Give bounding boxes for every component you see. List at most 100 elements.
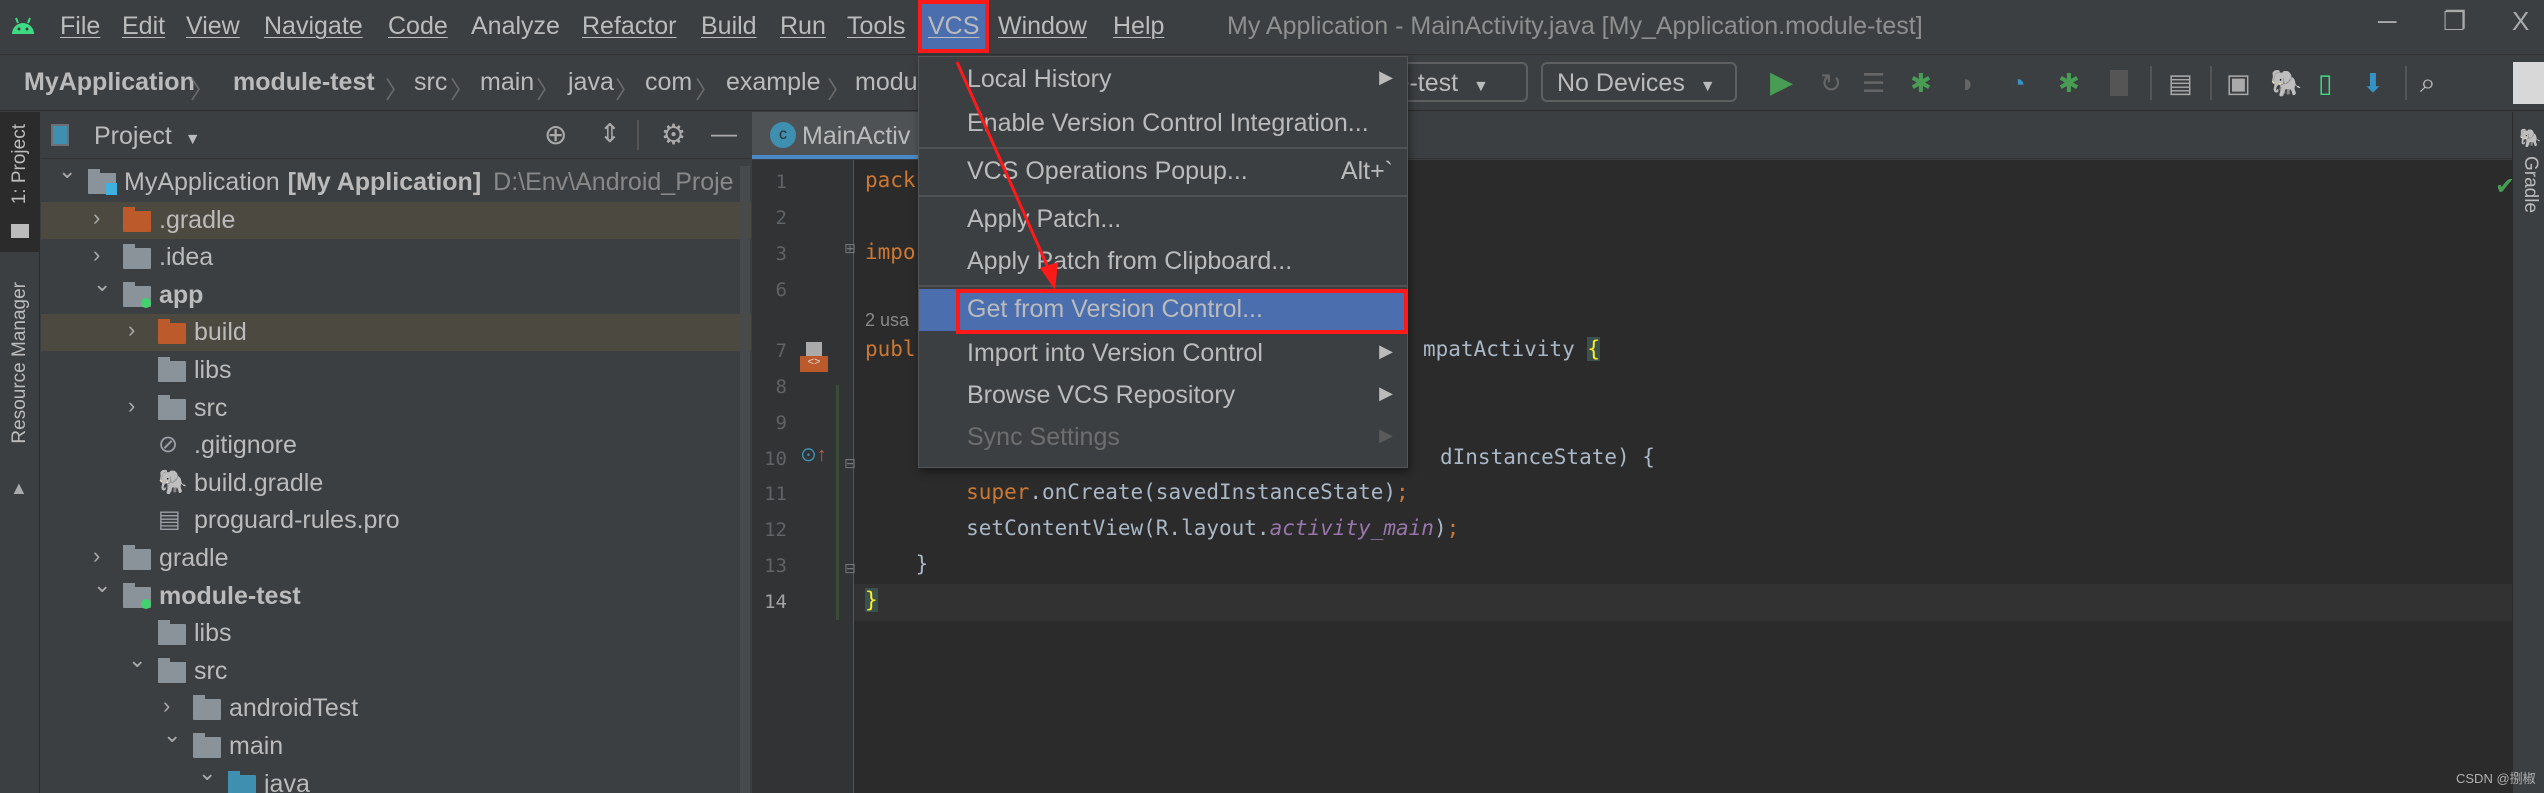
apply-changes-icon[interactable]: ☰: [1862, 68, 1885, 98]
menu-vcs[interactable]: VCS: [918, 0, 990, 53]
breadcrumb-item[interactable]: java: [568, 68, 614, 97]
breadcrumb-item[interactable]: main: [480, 68, 534, 97]
tree-item[interactable]: ⌄ app: [41, 271, 751, 314]
annotation-highlight-box: [956, 289, 1408, 334]
menu-code[interactable]: Code: [388, 12, 448, 41]
tree-item[interactable]: ⊘ .gitignore: [41, 427, 751, 464]
menu-item-browse-vcs-repository[interactable]: Browse VCS Repository ▶: [919, 375, 1407, 417]
tree-item[interactable]: ⌄ main: [41, 722, 751, 765]
tree-item[interactable]: › .idea: [41, 239, 751, 276]
tree-item[interactable]: ▤ proguard-rules.pro: [41, 502, 751, 539]
rerun-icon[interactable]: ↻: [1820, 68, 1842, 98]
menu-navigate[interactable]: Navigate: [264, 12, 363, 41]
menu-tools[interactable]: Tools: [847, 12, 905, 41]
code-token: setContentView(R.layout.: [865, 516, 1270, 540]
menu-item-shortcut: Alt+`: [1340, 157, 1393, 185]
search-icon[interactable]: ⌕: [2420, 68, 2436, 98]
hide-panel-icon[interactable]: —: [711, 118, 737, 149]
profile-icon[interactable]: ◔: [2010, 68, 2026, 98]
menu-bar: File Edit View Navigate Code Analyze Ref…: [0, 0, 2544, 55]
menu-item-local-history[interactable]: Local History ▶: [919, 59, 1407, 101]
breadcrumb-item[interactable]: MyApplication: [24, 68, 195, 97]
close-button[interactable]: X: [2512, 6, 2529, 37]
breadcrumb-item[interactable]: modu: [855, 68, 918, 97]
tree-item[interactable]: libs: [41, 615, 751, 652]
minimize-button[interactable]: ─: [2378, 6, 2396, 37]
menu-item-import-into-version-control[interactable]: Import into Version Control ▶: [919, 333, 1407, 375]
gradle-tool-tab[interactable]: 🐘 Gradle: [2513, 122, 2544, 242]
menu-build[interactable]: Build: [701, 12, 757, 41]
gear-icon[interactable]: ⚙: [661, 118, 686, 151]
tree-item[interactable]: › src: [41, 390, 751, 427]
menu-file[interactable]: File: [60, 12, 100, 41]
tree-item[interactable]: › gradle: [41, 540, 751, 577]
chevron-down-icon[interactable]: ⌄: [198, 760, 216, 786]
tree-item[interactable]: › .gradle: [41, 201, 751, 239]
tree-item[interactable]: › androidTest: [41, 690, 751, 727]
project-view-selector[interactable]: Project ▼: [94, 122, 201, 151]
menu-window[interactable]: Window: [998, 12, 1087, 41]
gradle-sync-icon[interactable]: 🐘: [2270, 68, 2302, 98]
tree-item-label: .gradle: [159, 206, 235, 235]
chevron-down-icon[interactable]: ⌄: [128, 647, 146, 673]
code-token: }: [865, 552, 929, 576]
locate-file-icon[interactable]: ⊕: [544, 118, 567, 151]
restore-button[interactable]: ❐: [2443, 6, 2466, 37]
menu-item-apply-patch[interactable]: Apply Patch...: [919, 199, 1407, 241]
project-tree-scrollbar[interactable]: [740, 166, 750, 793]
tree-item[interactable]: ⌄ src: [41, 647, 751, 690]
breadcrumb-item[interactable]: com: [645, 68, 692, 97]
device-dropdown[interactable]: No Devices ▼: [1541, 62, 1737, 102]
avatar-icon[interactable]: [2513, 62, 2544, 104]
attach-debugger-icon[interactable]: ✱: [2058, 68, 2080, 98]
collapse-all-icon[interactable]: ⇕: [599, 118, 621, 149]
chevron-right-icon[interactable]: ›: [93, 543, 100, 569]
menu-item-enable-version-control-integration[interactable]: Enable Version Control Integration...: [919, 103, 1407, 145]
sdk-manager-icon[interactable]: ⬇: [2362, 68, 2384, 98]
avd-manager-icon[interactable]: ▯: [2318, 68, 2332, 98]
menu-edit[interactable]: Edit: [122, 12, 165, 41]
layout-inspector-icon[interactable]: ▣: [2226, 68, 2251, 98]
breadcrumb-item[interactable]: example: [726, 68, 821, 97]
chevron-down-icon[interactable]: ⌄: [163, 722, 181, 748]
code-token: publ: [865, 337, 916, 361]
menu-help[interactable]: Help: [1113, 12, 1164, 41]
project-structure-icon[interactable]: ▤: [2168, 68, 2193, 98]
tree-item-label: java: [264, 770, 310, 793]
chevron-right-icon[interactable]: ›: [163, 693, 170, 719]
chevron-right-icon[interactable]: ›: [93, 242, 100, 268]
usages-hint[interactable]: 2 usa: [865, 310, 909, 331]
tree-item[interactable]: ⌄ java: [41, 760, 751, 793]
tree-item[interactable]: ⌄ MyApplication [My Application] D:\Env\And…: [41, 160, 751, 201]
chevron-right-icon[interactable]: ›: [128, 317, 135, 343]
debug-icon[interactable]: ✱: [1910, 68, 1932, 98]
resource-manager-tool-tab[interactable]: Resource Manager ▲: [0, 282, 40, 502]
menu-refactor[interactable]: Refactor: [582, 12, 676, 41]
tab-mainactivity[interactable]: c MainActiv: [752, 112, 922, 159]
menu-view[interactable]: View: [186, 12, 240, 41]
chevron-right-icon[interactable]: ›: [128, 393, 135, 419]
tree-item[interactable]: › build: [41, 314, 751, 352]
breadcrumb-item[interactable]: module-test: [233, 68, 375, 97]
menu-run[interactable]: Run: [780, 12, 826, 41]
menu-item-apply-patch-from-clipboard[interactable]: Apply Patch from Clipboard...: [919, 241, 1407, 283]
menu-analyze[interactable]: Analyze: [471, 12, 560, 41]
chevron-down-icon[interactable]: ⌄: [93, 572, 111, 598]
attach-icon[interactable]: ◗: [1960, 68, 1976, 98]
breadcrumb-item[interactable]: src: [414, 68, 447, 97]
chevron-down-icon[interactable]: ⌄: [93, 271, 111, 297]
submenu-arrow-icon: ▶: [1379, 341, 1393, 361]
tree-item[interactable]: libs: [41, 352, 751, 389]
folder-icon: [123, 545, 151, 570]
tree-item[interactable]: ⌄ module-test: [41, 572, 751, 615]
run-icon[interactable]: ▶: [1770, 68, 1793, 98]
chevron-down-icon[interactable]: ⌄: [58, 160, 76, 184]
menu-item-vcs-operations-popup[interactable]: VCS Operations Popup... Alt+`: [919, 151, 1407, 193]
code-line: setContentView(R.layout.activity_main);: [865, 516, 1459, 540]
stop-icon[interactable]: [2110, 70, 2128, 96]
chevron-right-icon[interactable]: ›: [93, 205, 100, 231]
tree-item[interactable]: 🐘 build.gradle: [41, 465, 751, 502]
folder-icon: [158, 394, 186, 420]
project-tool-tab[interactable]: 1: Project: [0, 112, 40, 252]
code-token: {: [1587, 337, 1601, 361]
